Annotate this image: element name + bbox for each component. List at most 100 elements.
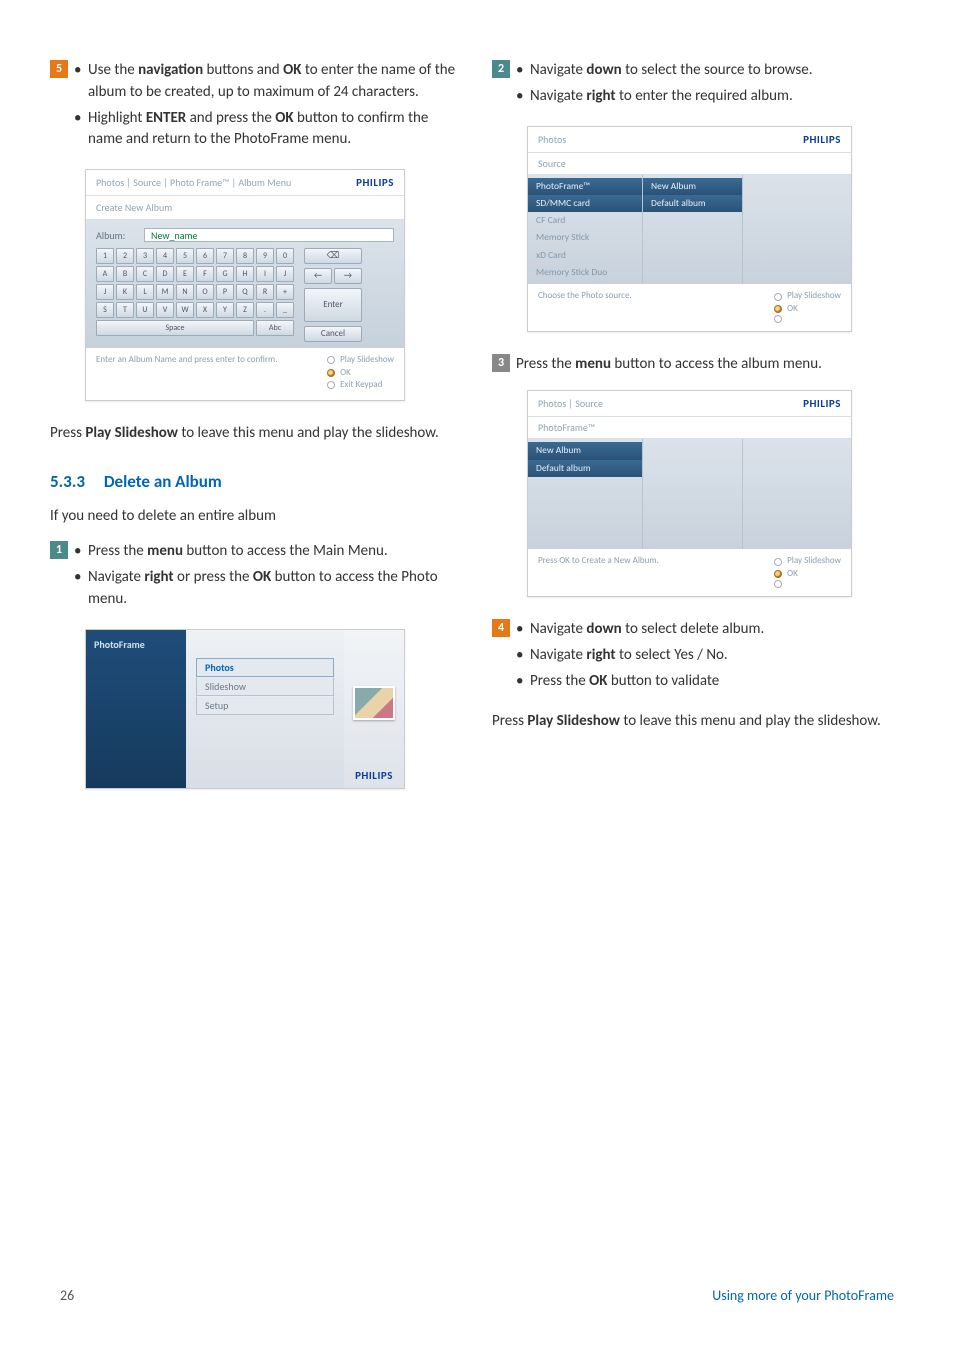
- panel-title: PhotoFrame™: [528, 417, 851, 439]
- step1-bullet-2: Navigate right or press the OK button to…: [74, 567, 462, 611]
- key[interactable]: 7: [216, 248, 234, 264]
- key[interactable]: N: [176, 284, 194, 300]
- menu-item-setup[interactable]: Setup: [196, 696, 334, 715]
- key[interactable]: B: [116, 266, 134, 282]
- key[interactable]: Q: [236, 284, 254, 300]
- screenshot-source: Photos PHILIPS Source PhotoFrame™ SD/MMC…: [527, 126, 852, 333]
- source-item[interactable]: CF Card: [528, 212, 642, 229]
- circle-selected-icon: [774, 305, 782, 313]
- step-number-1: 1: [50, 541, 68, 559]
- album-name-field[interactable]: New_name: [144, 228, 394, 242]
- key[interactable]: 2: [116, 248, 134, 264]
- arrow-right-button[interactable]: →: [334, 268, 362, 284]
- key[interactable]: _: [276, 302, 294, 318]
- key[interactable]: 0: [276, 248, 294, 264]
- key-space[interactable]: Space: [96, 320, 254, 336]
- key[interactable]: .: [256, 302, 274, 318]
- key[interactable]: L: [136, 284, 154, 300]
- key[interactable]: H: [236, 266, 254, 282]
- key[interactable]: W: [176, 302, 194, 318]
- brand-logo: PHILIPS: [356, 176, 394, 189]
- step-number-2: 2: [492, 60, 510, 78]
- key[interactable]: U: [136, 302, 154, 318]
- source-item[interactable]: SD/MMC card: [528, 195, 642, 212]
- footer-options: Play Slideshow OK Exit Keypad: [327, 354, 394, 392]
- circle-icon: [774, 315, 782, 323]
- key[interactable]: 3: [136, 248, 154, 264]
- menu-item-photos[interactable]: Photos: [196, 658, 334, 677]
- step2-bullet-1: Navigate down to select the source to br…: [516, 60, 904, 82]
- key[interactable]: J: [276, 266, 294, 282]
- circle-icon: [327, 381, 335, 389]
- album-item[interactable]: New Album: [528, 442, 642, 459]
- source-item[interactable]: Memory Stick Duo: [528, 264, 642, 281]
- key[interactable]: 8: [236, 248, 254, 264]
- step-5: 5 Use the navigation buttons and OK to e…: [50, 60, 462, 155]
- step4-bullet-3: Press the OK button to validate: [516, 671, 904, 693]
- step4-bullet-1: Navigate down to select delete album.: [516, 619, 904, 641]
- onscreen-keyboard: 1234567890 ABCDEFGHIJ JKLMNOPQR+ STUVWXY…: [96, 248, 294, 342]
- key[interactable]: +: [276, 284, 294, 300]
- backspace-button[interactable]: ⌫: [304, 248, 362, 264]
- key[interactable]: T: [116, 302, 134, 318]
- key[interactable]: 4: [156, 248, 174, 264]
- preview-thumbnail: [353, 686, 395, 720]
- source-item[interactable]: PhotoFrame™: [528, 178, 642, 195]
- circle-selected-icon: [774, 570, 782, 578]
- hint-text: Press OK to Create a New Album.: [538, 555, 659, 566]
- key[interactable]: 5: [176, 248, 194, 264]
- key[interactable]: K: [116, 284, 134, 300]
- cancel-button[interactable]: Cancel: [304, 326, 362, 342]
- circle-icon: [774, 580, 782, 588]
- circle-selected-icon: [327, 369, 335, 377]
- key[interactable]: S: [96, 302, 114, 318]
- album-item[interactable]: New Album: [643, 178, 742, 195]
- key[interactable]: C: [136, 266, 154, 282]
- key[interactable]: 6: [196, 248, 214, 264]
- right-column: 2 Navigate down to select the source to …: [492, 60, 904, 811]
- key[interactable]: P: [216, 284, 234, 300]
- key[interactable]: Z: [236, 302, 254, 318]
- page-footer: 26 Using more of your PhotoFrame: [0, 1287, 954, 1304]
- key[interactable]: Y: [216, 302, 234, 318]
- hint-text: Enter an Album Name and press enter to c…: [96, 354, 277, 365]
- screenshot-main-menu: PhotoFrame Photos Slideshow Setup PHILIP…: [85, 629, 405, 789]
- step-4: 4 Navigate down to select delete album. …: [492, 619, 904, 696]
- source-item[interactable]: Memory Stick: [528, 229, 642, 246]
- key[interactable]: O: [196, 284, 214, 300]
- key[interactable]: 9: [256, 248, 274, 264]
- album-item[interactable]: Default album: [643, 195, 742, 212]
- section-intro: If you need to delete an entire album: [50, 506, 462, 528]
- source-item[interactable]: xD Card: [528, 247, 642, 264]
- key[interactable]: I: [256, 266, 274, 282]
- left-column: 5 Use the navigation buttons and OK to e…: [50, 60, 462, 811]
- footer-title: Using more of your PhotoFrame: [712, 1287, 894, 1304]
- key[interactable]: F: [196, 266, 214, 282]
- brand-logo: PHILIPS: [803, 133, 841, 146]
- key[interactable]: M: [156, 284, 174, 300]
- screenshot-keypad: Photos | Source | Photo Frame™ | Album M…: [85, 169, 405, 401]
- key[interactable]: V: [156, 302, 174, 318]
- key[interactable]: E: [176, 266, 194, 282]
- key[interactable]: R: [256, 284, 274, 300]
- step5-bullet-1: Use the navigation buttons and OK to ent…: [74, 60, 462, 104]
- album-item[interactable]: Default album: [528, 460, 642, 477]
- key[interactable]: G: [216, 266, 234, 282]
- arrow-left-button[interactable]: ←: [304, 268, 332, 284]
- circle-icon: [774, 293, 782, 301]
- key[interactable]: A: [96, 266, 114, 282]
- menu-item-slideshow[interactable]: Slideshow: [196, 677, 334, 696]
- page-number: 26: [60, 1287, 74, 1304]
- key-abc[interactable]: Abc: [256, 320, 294, 336]
- key[interactable]: D: [156, 266, 174, 282]
- hint-text: Choose the Photo source.: [538, 290, 632, 301]
- key[interactable]: 1: [96, 248, 114, 264]
- enter-button[interactable]: Enter: [304, 288, 362, 322]
- slideshow-note: Press Play Slideshow to leave this menu …: [492, 711, 904, 733]
- step-1: 1 Press the menu button to access the Ma…: [50, 541, 462, 614]
- step-3: 3 Press the menu button to access the al…: [492, 354, 904, 376]
- step2-bullet-2: Navigate right to enter the required alb…: [516, 86, 904, 108]
- key[interactable]: X: [196, 302, 214, 318]
- step-number-4: 4: [492, 619, 510, 637]
- key[interactable]: J: [96, 284, 114, 300]
